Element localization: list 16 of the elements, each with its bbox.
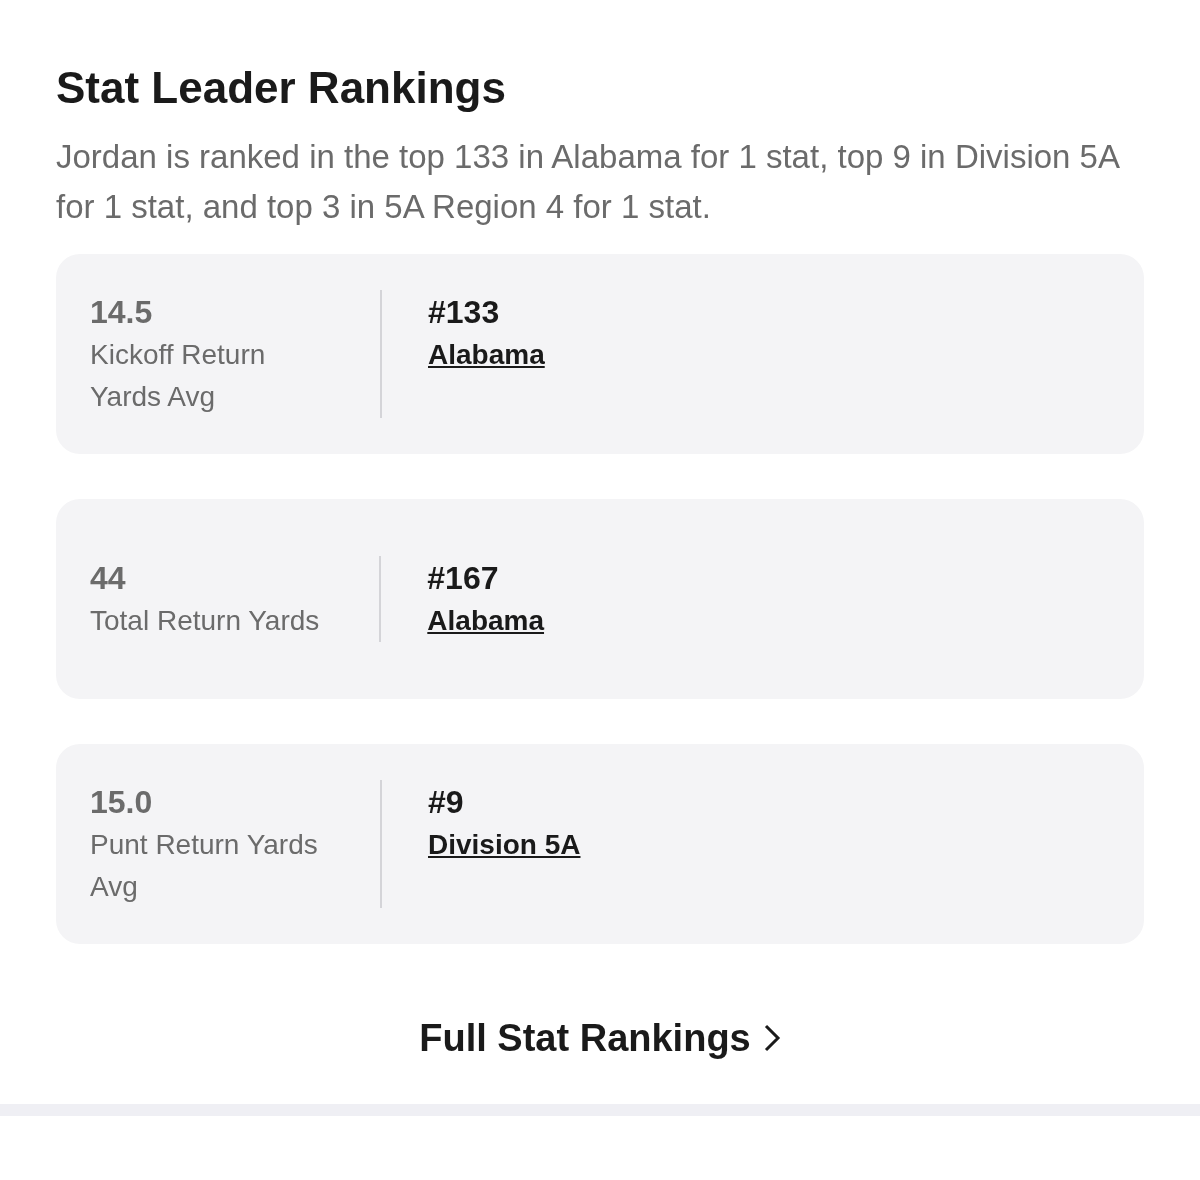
region-link[interactable]: Alabama — [427, 600, 545, 642]
stat-label: Total Return Yards — [90, 604, 320, 638]
rank-number: #9 — [428, 783, 464, 822]
stat-value: 15.0 — [90, 783, 153, 822]
stat-value: 44 — [90, 559, 126, 598]
rank-number: #167 — [427, 559, 499, 598]
stat-label: Kickoff Return Yards Avg — [90, 338, 267, 414]
section-title: Stat Leader Rankings — [56, 62, 506, 114]
chevron-right-icon — [762, 1023, 781, 1053]
region-link[interactable]: Alabama — [428, 334, 545, 376]
full-rankings-button[interactable]: Full Stat Rankings — [419, 1012, 781, 1064]
stat-label: Punt Return Yards Avg — [90, 828, 319, 904]
region-link[interactable]: Division 5A — [428, 824, 581, 866]
rank-number: #133 — [428, 293, 500, 332]
summary-text: Jordan is ranked in the top 133 in Alabama for 1 stat, top 9 in Division 5A for 1 stat, and top 3 in 5A Region 4 for 1 stat. — [56, 137, 1120, 227]
stat-value: 14.5 — [90, 293, 153, 332]
